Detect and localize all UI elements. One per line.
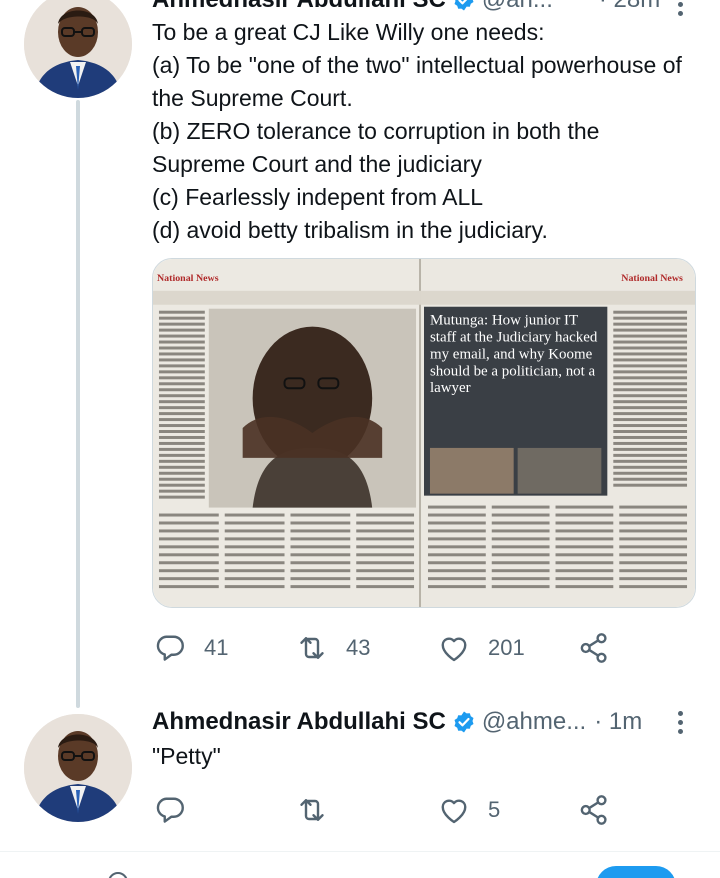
retweet-icon xyxy=(300,637,324,659)
reply-button[interactable] xyxy=(152,792,294,828)
media-right-page-header: National News xyxy=(621,273,683,284)
tweet-header: Ahmednasir Abdullahi SC @ah... · 28m xyxy=(152,0,660,14)
tweet-media-image[interactable]: National News National News Mutunga: How… xyxy=(152,258,696,608)
tweet-text: To be a great CJ Like Willy one needs: (… xyxy=(152,19,682,243)
share-button[interactable] xyxy=(576,792,612,828)
compose-button-partial[interactable] xyxy=(596,866,676,878)
retweet-icon xyxy=(300,799,324,821)
heart-icon xyxy=(441,799,467,824)
divider xyxy=(0,851,720,852)
avatar[interactable] xyxy=(24,0,132,98)
display-name[interactable]: Ahmednasir Abdullahi SC xyxy=(152,708,446,736)
media-headline: Mutunga: How junior IT staff at the Judi… xyxy=(429,312,598,397)
avatar[interactable] xyxy=(24,714,132,822)
reply-icon xyxy=(156,797,184,823)
retweet-count: 43 xyxy=(346,635,371,660)
verified-badge-icon xyxy=(454,0,474,11)
thread-connector-line xyxy=(76,100,80,708)
verified-badge-icon xyxy=(454,711,474,733)
display-name[interactable]: Ahmednasir Abdullahi SC xyxy=(152,0,446,14)
like-count: 201 xyxy=(488,635,525,660)
handle[interactable]: @ah... xyxy=(482,0,553,14)
like-count: 5 xyxy=(488,797,501,822)
media-left-page-header: National News xyxy=(157,273,219,284)
avatar-image xyxy=(24,714,132,822)
share-icon xyxy=(580,795,607,825)
tweet-actions: 41 43 201 xyxy=(152,630,612,666)
tweet-actions: 5 xyxy=(152,792,612,828)
more-options-icon[interactable] xyxy=(660,702,700,742)
reply-button[interactable]: 41 xyxy=(152,630,294,666)
retweet-button[interactable] xyxy=(294,792,436,828)
like-button[interactable]: 201 xyxy=(436,630,576,666)
next-tweet-avatar-partial xyxy=(108,872,128,878)
timestamp[interactable]: · 28m xyxy=(599,0,660,14)
share-icon xyxy=(580,633,607,663)
avatar-image xyxy=(24,0,132,98)
timestamp[interactable]: · 1m xyxy=(594,708,642,736)
reply-icon xyxy=(156,635,184,661)
heart-icon xyxy=(441,637,467,662)
tweet-text: "Petty" xyxy=(152,743,221,769)
share-button[interactable] xyxy=(576,630,612,666)
retweet-button[interactable]: 43 xyxy=(294,630,436,666)
reply-count: 41 xyxy=(204,635,229,660)
like-button[interactable]: 5 xyxy=(436,792,576,828)
handle[interactable]: @ahme... xyxy=(482,708,586,736)
tweet-header: Ahmednasir Abdullahi SC @ahme... · 1m xyxy=(152,708,642,736)
